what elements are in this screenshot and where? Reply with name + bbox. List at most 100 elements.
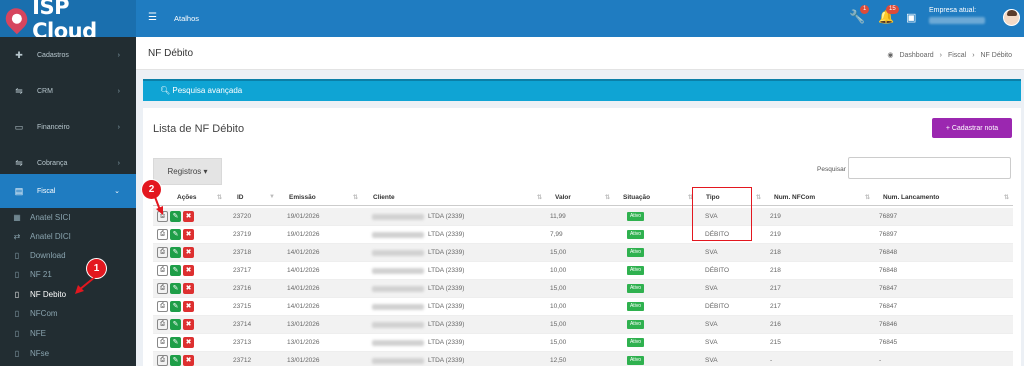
add-note-button[interactable]: + Cadastrar nota: [932, 118, 1012, 138]
edit-icon[interactable]: ✎: [170, 337, 181, 348]
file-icon: ▯: [14, 309, 20, 318]
delete-icon[interactable]: ✖: [183, 247, 194, 258]
search-icon: 🔍︎: [160, 86, 173, 95]
cell-num-lancamento: 76847: [879, 303, 898, 310]
sidebar-sub-anatel-sici[interactable]: ▦ Anatel SICI: [0, 208, 136, 227]
advanced-search-text: Pesquisa avançada: [172, 86, 243, 95]
cell-emissao: 14/01/2026: [287, 267, 320, 274]
swap-icon: ⇄: [13, 232, 21, 241]
advanced-search-bar[interactable]: 🔍︎ Pesquisa avançada: [143, 79, 1021, 101]
column-header-cliente[interactable]: Cliente: [373, 194, 395, 201]
cell-id: 23714: [233, 321, 252, 328]
sidebar-item-cadastros[interactable]: ✚ Cadastros ›: [0, 37, 136, 73]
cell-id: 23716: [233, 285, 252, 292]
column-header-valor[interactable]: Valor: [555, 194, 571, 201]
client-name-redacted: [372, 304, 424, 310]
column-header-emissao[interactable]: Emissão: [289, 194, 316, 201]
cell-cliente: LTDA (2339): [428, 231, 465, 238]
edit-icon[interactable]: ✎: [170, 265, 181, 276]
column-header-num-nfcom[interactable]: Num. NFCom: [774, 194, 815, 201]
user-avatar[interactable]: [1003, 9, 1020, 26]
sidebar-item-fiscal[interactable]: ▤ Fiscal ⌄: [0, 174, 136, 208]
company-selector[interactable]: [929, 17, 985, 24]
sidebar-item-label: Cobrança: [37, 159, 68, 167]
print-icon[interactable]: ⎙: [157, 247, 168, 258]
page-title: NF Débito: [148, 48, 194, 59]
delete-icon[interactable]: ✖: [183, 211, 194, 222]
client-name-redacted: [372, 286, 424, 292]
sidebar-sub-anatel-dici[interactable]: ⇄ Anatel DICI: [0, 227, 136, 246]
print-icon[interactable]: ⎙: [157, 283, 168, 294]
annotation-callout-1: 1: [87, 259, 106, 278]
table-row[interactable]: ⎙ ✎ ✖ 23719 19/01/2026 LTDA (2339) 7,99 Ativo DÉ…: [153, 226, 1013, 244]
column-header-situacao[interactable]: Situação: [623, 194, 650, 201]
edit-icon[interactable]: ✎: [170, 283, 181, 294]
highlight-tipo-column: [692, 187, 752, 241]
cell-num-nfcom: 217: [770, 285, 781, 292]
breadcrumb-fiscal[interactable]: Fiscal: [948, 52, 966, 59]
edit-icon[interactable]: ✎: [170, 301, 181, 312]
edit-icon[interactable]: ✎: [170, 229, 181, 240]
table-row[interactable]: ⎙ ✎ ✖ 23716 14/01/2026 LTDA (2339) 15,00 Ativo S…: [153, 280, 1013, 298]
table-row[interactable]: ⎙ ✎ ✖ 23717 14/01/2026 LTDA (2339) 10,00 Ativo D…: [153, 262, 1013, 280]
search-input[interactable]: [848, 157, 1011, 179]
brand-logo[interactable]: ISP Cloud: [0, 0, 136, 43]
table-icon: ▦: [13, 213, 21, 222]
print-icon[interactable]: ⎙: [157, 319, 168, 330]
cell-id: 23718: [233, 249, 252, 256]
table-row[interactable]: ⎙ ✎ ✖ 23712 13/01/2026 LTDA (2339) 12,50 Ativo S…: [153, 352, 1013, 366]
notifications-badge: 15: [886, 5, 899, 14]
cell-id: 23720: [233, 213, 252, 220]
sidebar-sub-nfcom[interactable]: ▯ NFCom: [0, 304, 136, 323]
table-row[interactable]: ⎙ ✎ ✖ 23720 19/01/2026 LTDA (2339) 11,99 Ativo S…: [153, 208, 1013, 226]
table-header: Ações ID Emissão Cliente Valor Situação …: [153, 190, 1013, 206]
edit-icon[interactable]: ✎: [170, 319, 181, 330]
print-icon[interactable]: ⎙: [157, 301, 168, 312]
breadcrumb-dashboard[interactable]: Dashboard: [899, 52, 933, 59]
sidebar-item-crm[interactable]: ⇋ CRM ›: [0, 73, 136, 109]
cell-valor: 11,99: [550, 213, 566, 220]
print-icon[interactable]: ⎙: [157, 265, 168, 276]
cell-emissao: 19/01/2026: [287, 213, 320, 220]
sidebar-sub-label: NF 21: [30, 270, 52, 279]
sidebar-sub-nfse[interactable]: ▯ NFse: [0, 344, 136, 363]
column-header-id[interactable]: ID: [237, 194, 244, 201]
edit-icon[interactable]: ✎: [170, 247, 181, 258]
sidebar-sub-nfe[interactable]: ▯ NFE: [0, 324, 136, 343]
note-icon[interactable]: ▣: [906, 11, 916, 24]
table-row[interactable]: ⎙ ✎ ✖ 23718 14/01/2026 LTDA (2339) 15,00 Ativo S…: [153, 244, 1013, 262]
table-row[interactable]: ⎙ ✎ ✖ 23715 14/01/2026 LTDA (2339) 10,00 Ativo D…: [153, 298, 1013, 316]
sidebar-sub-nf21[interactable]: ▯ NF 21: [0, 265, 136, 284]
table-row[interactable]: ⎙ ✎ ✖ 23713 13/01/2026 LTDA (2339) 15,00 Ativo S…: [153, 334, 1013, 352]
sidebar-item-financeiro[interactable]: ▭ Financeiro ›: [0, 109, 136, 145]
status-badge: Ativo: [627, 284, 644, 293]
shortcuts-link[interactable]: Atalhos: [174, 14, 199, 23]
column-header-num-lancamento[interactable]: Num. Lancamento: [883, 194, 939, 201]
file-icon: ▤: [14, 185, 24, 196]
delete-icon[interactable]: ✖: [183, 301, 194, 312]
edit-icon[interactable]: ✎: [170, 355, 181, 366]
delete-icon[interactable]: ✖: [183, 229, 194, 240]
cell-cliente: LTDA (2339): [428, 213, 465, 220]
cell-cliente: LTDA (2339): [428, 321, 465, 328]
edit-icon[interactable]: ✎: [170, 211, 181, 222]
delete-icon[interactable]: ✖: [183, 337, 194, 348]
sidebar-sub-nf-debito[interactable]: ▯ NF Debito: [0, 285, 136, 304]
delete-icon[interactable]: ✖: [183, 355, 194, 366]
menu-toggle-icon[interactable]: ☰: [148, 12, 157, 23]
status-badge: Ativo: [627, 212, 644, 221]
annotation-callout-2: 2: [142, 180, 161, 199]
records-dropdown-button[interactable]: Registros ▾: [153, 158, 222, 185]
print-icon[interactable]: ⎙: [157, 337, 168, 348]
print-icon[interactable]: ⎙: [157, 211, 168, 222]
table-row[interactable]: ⎙ ✎ ✖ 23714 13/01/2026 LTDA (2339) 15,00 Ativo S…: [153, 316, 1013, 334]
print-icon[interactable]: ⎙: [157, 229, 168, 240]
company-label: Empresa atual:: [929, 7, 977, 14]
print-icon[interactable]: ⎙: [157, 355, 168, 366]
delete-icon[interactable]: ✖: [183, 283, 194, 294]
delete-icon[interactable]: ✖: [183, 265, 194, 276]
sidebar-sub-download[interactable]: ▯ Download: [0, 246, 136, 265]
column-header-acoes[interactable]: Ações: [177, 194, 197, 201]
delete-icon[interactable]: ✖: [183, 319, 194, 330]
cell-cliente: LTDA (2339): [428, 267, 465, 274]
